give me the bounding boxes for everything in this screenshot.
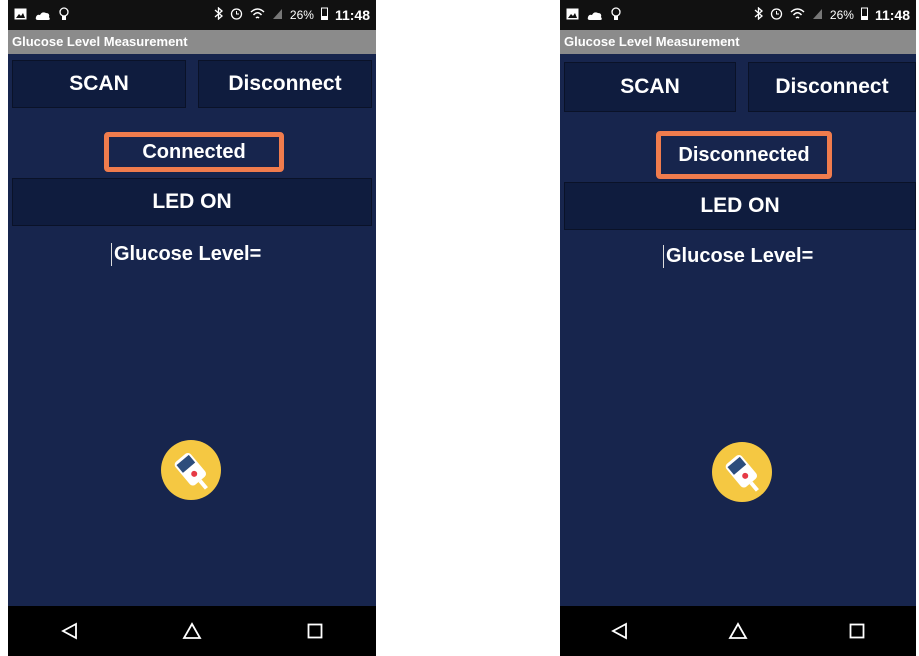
- disconnect-button[interactable]: Disconnect: [748, 62, 916, 112]
- cloud-icon: [587, 8, 603, 23]
- recents-icon[interactable]: [842, 616, 872, 646]
- phone-screen-connected: 26% 11:48 Glucose Level Measurement SCAN…: [8, 0, 376, 656]
- connection-status-text: Disconnected: [674, 143, 814, 167]
- clock-time: 11:48: [874, 7, 910, 23]
- nav-bar: [8, 606, 376, 656]
- battery-icon: [860, 7, 868, 23]
- back-icon[interactable]: [54, 616, 84, 646]
- bluetooth-icon: [754, 6, 763, 23]
- connection-status: Disconnected: [656, 131, 832, 179]
- disconnect-button[interactable]: Disconnect: [198, 60, 372, 108]
- bulb-icon: [59, 6, 69, 24]
- wifi-icon: [250, 7, 265, 23]
- back-icon[interactable]: [604, 616, 634, 646]
- signal-icon: [812, 8, 823, 23]
- app-title: Glucose Level Measurement: [8, 30, 376, 54]
- recents-icon[interactable]: [300, 616, 330, 646]
- led-on-button[interactable]: LED ON: [564, 182, 916, 230]
- connection-status: Connected: [104, 132, 284, 172]
- battery-icon: [320, 7, 328, 23]
- bluetooth-icon: [214, 6, 223, 23]
- glucose-level-label: Glucose Level=: [663, 245, 813, 268]
- image-icon: [14, 8, 27, 23]
- nav-bar: [560, 606, 916, 656]
- led-on-button[interactable]: LED ON: [12, 178, 372, 226]
- clock-time: 11:48: [334, 7, 370, 23]
- scan-button[interactable]: SCAN: [12, 60, 186, 108]
- battery-percent: 26%: [829, 8, 854, 22]
- signal-icon: [272, 8, 283, 23]
- alarm-icon: [770, 7, 783, 23]
- home-icon[interactable]: [177, 616, 207, 646]
- connection-status-text: Connected: [138, 140, 250, 164]
- phone-screen-disconnected: 26% 11:48 Glucose Level Measurement SCAN…: [560, 0, 916, 656]
- scan-button[interactable]: SCAN: [564, 62, 736, 112]
- image-icon: [566, 8, 579, 23]
- status-bar: 26% 11:48: [560, 0, 916, 30]
- status-bar: 26% 11:48: [8, 0, 376, 30]
- app-title: Glucose Level Measurement: [560, 30, 916, 54]
- glucose-level-label: Glucose Level=: [111, 243, 261, 266]
- cloud-icon: [35, 8, 51, 23]
- home-icon[interactable]: [723, 616, 753, 646]
- alarm-icon: [230, 7, 243, 23]
- glucose-meter-icon: [712, 442, 772, 502]
- glucose-meter-icon: [161, 440, 221, 500]
- bulb-icon: [611, 6, 621, 24]
- battery-percent: 26%: [289, 8, 314, 22]
- wifi-icon: [790, 7, 805, 23]
